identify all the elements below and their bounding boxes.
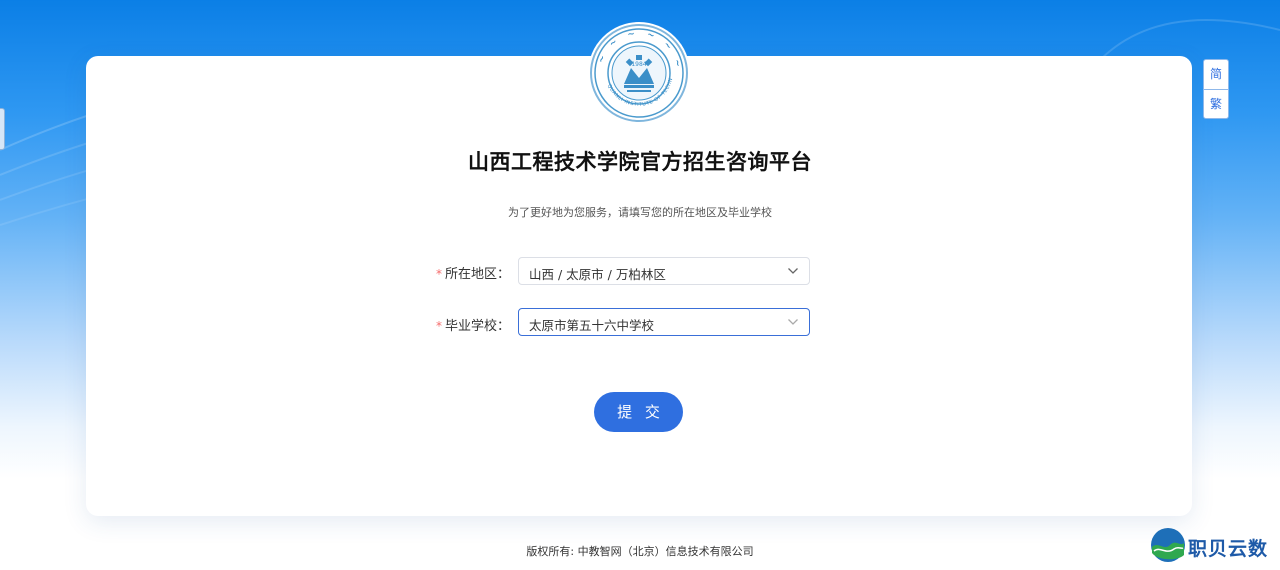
region-label: 所在地区： (444, 267, 510, 282)
required-mark: * (435, 267, 442, 281)
page-title: 山西工程技术学院官方招生咨询平台 (468, 150, 812, 174)
school-label: 毕业学校： (444, 319, 510, 334)
page-subtitle: 为了更好地为您服务，请填写您的所在地区及毕业学校 (508, 206, 772, 219)
school-select[interactable]: 太原市第五十六中学校 (518, 308, 810, 336)
language-switch: 简 繁 (1203, 59, 1229, 119)
watermark-text: 职贝云数 (1188, 538, 1269, 560)
school-select-value: 太原市第五十六中学校 (529, 318, 655, 333)
region-select[interactable]: 山西 / 太原市 / 万柏林区 (518, 257, 810, 285)
school-emblem-icon: 1984 ~ ~ ~ ~ ~ ~ QUANLI INSTITUTE OF TEC… (588, 22, 690, 124)
required-mark: * (435, 319, 442, 333)
chevron-down-icon (788, 268, 798, 274)
traditional-chinese-button[interactable]: 繁 (1204, 90, 1228, 118)
simplified-chinese-button[interactable]: 简 (1204, 60, 1228, 88)
watermark-logo-icon (1151, 528, 1185, 562)
chevron-down-icon (788, 319, 798, 325)
region-label-container: * 所在地区： (410, 263, 510, 282)
region-select-value: 山西 / 太原市 / 万柏林区 (529, 267, 666, 282)
form-card (86, 56, 1192, 516)
submit-button[interactable]: 提 交 (594, 392, 683, 432)
school-label-container: * 毕业学校： (410, 315, 510, 334)
copyright-text: 版权所有: 中教智网（北京）信息技术有限公司 (526, 545, 754, 558)
side-tab[interactable] (0, 108, 5, 150)
watermark: 职贝云数 (1150, 527, 1278, 565)
emblem-year: 1984 (631, 61, 646, 68)
